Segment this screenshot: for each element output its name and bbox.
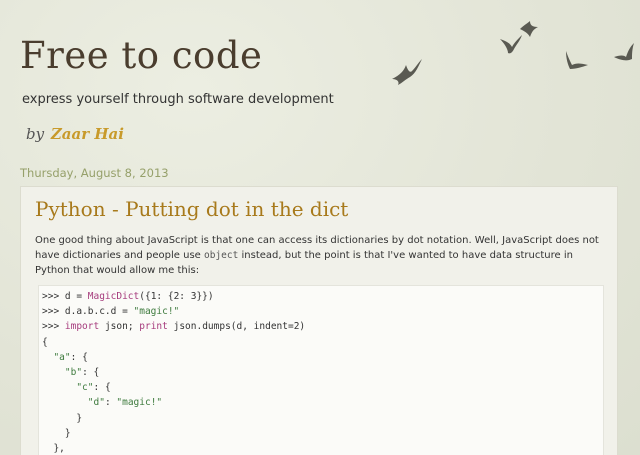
code-line: } — [42, 411, 603, 426]
code-token: "a" — [53, 351, 71, 363]
code-token: ({1: {2: 3}}) — [139, 291, 214, 302]
post-card: Python - Putting dot in the dict One goo… — [20, 186, 618, 455]
code-token: import — [64, 321, 100, 333]
code-token: }, — [42, 442, 65, 454]
bird-icon — [614, 43, 634, 61]
code-line: "a": { — [42, 350, 603, 365]
code-token: >>> — [42, 321, 65, 333]
post-title[interactable]: Python - Putting dot in the dict — [35, 197, 348, 221]
bird-icon — [566, 51, 588, 69]
bird-icon — [392, 59, 422, 85]
code-token: "magic!" — [133, 306, 180, 318]
code-token: : { — [93, 382, 111, 394]
code-token: } — [42, 427, 71, 439]
code-token: "magic!" — [116, 397, 163, 409]
code-line: } — [42, 426, 603, 441]
post-intro: One good thing about JavaScript is that … — [35, 233, 609, 278]
blog-tagline: express yourself through software develo… — [22, 92, 334, 107]
code-token: >>> d.a.b.c.d = — [42, 306, 134, 318]
byline: by Zaar Hai — [26, 125, 124, 143]
header-birds — [380, 15, 640, 95]
code-token: >>> d = — [42, 291, 88, 302]
code-line: }, — [42, 441, 603, 455]
code-token: "d" — [87, 397, 105, 409]
byline-prefix: by — [26, 125, 45, 143]
code-line: >>> d.a.b.c.d = "magic!" — [42, 304, 603, 319]
code-token: "c" — [76, 382, 94, 394]
code-line: "d": "magic!" — [42, 395, 603, 410]
code-token: print — [139, 321, 168, 333]
code-token: { — [42, 336, 48, 348]
code-token: : { — [82, 366, 100, 378]
bird-icon — [520, 21, 538, 37]
inline-code: object — [204, 250, 239, 261]
post-date: Thursday, August 8, 2013 — [20, 166, 169, 180]
code-line: { — [42, 335, 603, 350]
code-line: >>> d = MagicDict({1: {2: 3}}) — [42, 289, 603, 304]
code-line: "c": { — [42, 380, 603, 395]
code-token: : { — [70, 351, 88, 363]
code-token: : — [104, 397, 117, 409]
code-token: json; — [99, 321, 140, 333]
author-name: Zaar Hai — [50, 125, 124, 143]
code-token: } — [42, 412, 83, 424]
code-token: "b" — [64, 366, 83, 378]
code-block: >>> d = MagicDict({1: {2: 3}}) >>> d.a.b.… — [38, 285, 604, 455]
code-line: >>> import json; print json.dumps(d, ind… — [42, 319, 603, 334]
code-line: "b": { — [42, 365, 603, 380]
code-token: MagicDict — [87, 291, 140, 302]
blog-title[interactable]: Free to code — [20, 34, 262, 77]
code-token: json.dumps(d, indent=2) — [167, 321, 306, 333]
